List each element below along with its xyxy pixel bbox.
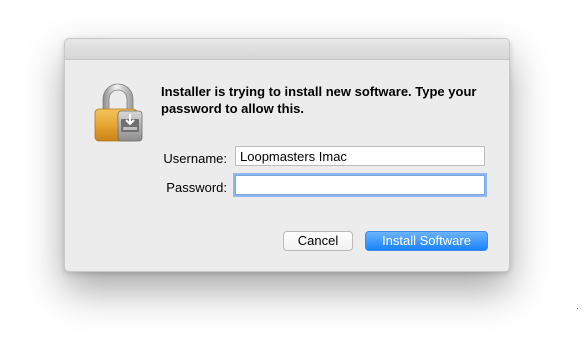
- install-software-button[interactable]: Install Software: [365, 231, 488, 251]
- username-label: Username:: [163, 151, 227, 166]
- authentication-dialog: Installer is trying to install new softw…: [64, 38, 510, 272]
- cancel-button[interactable]: Cancel: [283, 231, 353, 251]
- password-label: Password:: [166, 180, 227, 195]
- lock-installer-icon: [92, 81, 144, 145]
- password-field[interactable]: [235, 175, 485, 195]
- stray-pixel: [577, 308, 578, 309]
- username-field[interactable]: [235, 146, 485, 166]
- dialog-message: Installer is trying to install new softw…: [161, 84, 477, 116]
- desktop-background: Installer is trying to install new softw…: [0, 0, 584, 343]
- dialog-titlebar[interactable]: [65, 39, 509, 60]
